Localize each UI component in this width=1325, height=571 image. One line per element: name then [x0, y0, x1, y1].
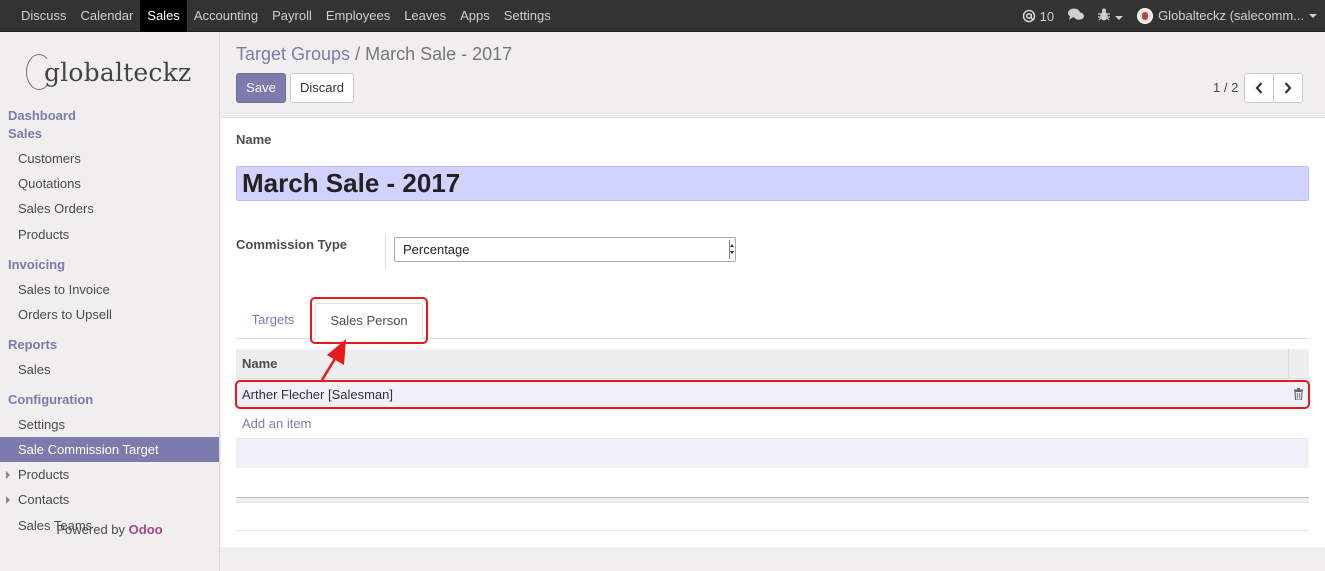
breadcrumb-separator: /: [355, 44, 361, 64]
sidebar-section-invoicing: Invoicing: [8, 257, 66, 272]
menu-leaves[interactable]: Leaves: [397, 0, 453, 32]
menu-accounting[interactable]: Accounting: [187, 0, 265, 32]
sidebar-item-reports-sales[interactable]: Sales: [0, 357, 219, 382]
commission-type-label: Commission Type: [236, 237, 348, 252]
chat-icon: [1068, 8, 1085, 20]
menu-discuss[interactable]: Discuss: [14, 0, 74, 32]
name-label: Name: [236, 132, 272, 147]
table-footer: [236, 497, 1309, 503]
mentions-button[interactable]: 10: [1022, 9, 1054, 24]
sidebar-section-configuration: Configuration: [8, 392, 94, 407]
bug-icon: [1098, 8, 1111, 21]
breadcrumb: Target Groups / March Sale - 2017: [236, 44, 512, 65]
at-icon: [1022, 9, 1035, 23]
sidebar-item-orders-to-upsell[interactable]: Orders to Upsell: [0, 302, 219, 327]
menu-apps[interactable]: Apps: [453, 0, 497, 32]
menu-calendar[interactable]: Calendar: [74, 0, 141, 32]
sidebar-section-reports: Reports: [8, 337, 58, 352]
menu-employees[interactable]: Employees: [319, 0, 397, 32]
systray: 10 Globalteckz (salecomm...: [1008, 0, 1317, 32]
table-end-divider: [236, 530, 1309, 531]
commission-type-value: Percentage: [403, 242, 470, 257]
chevron-down-icon: [1309, 14, 1317, 19]
discard-button[interactable]: Discard: [290, 73, 354, 103]
pager-next-button[interactable]: [1273, 73, 1303, 103]
sidebar-item-settings[interactable]: Settings: [0, 412, 219, 437]
breadcrumb-parent[interactable]: Target Groups: [236, 44, 350, 64]
menu-payroll[interactable]: Payroll: [265, 0, 319, 32]
menu-settings[interactable]: Settings: [497, 0, 558, 32]
pager-value: 1 / 2: [1213, 80, 1239, 95]
breadcrumb-current: March Sale - 2017: [365, 44, 513, 64]
column-header-name[interactable]: Name: [242, 356, 277, 371]
main-menu: Discuss Calendar Sales Accounting Payrol…: [14, 0, 558, 32]
menu-sales[interactable]: Sales: [140, 0, 187, 32]
powered-by-label: Powered by: [56, 522, 126, 537]
odoo-link[interactable]: Odoo: [129, 522, 163, 537]
sidebar-item-label: Products: [18, 467, 70, 482]
sidebar-item-customers[interactable]: Customers: [0, 146, 219, 171]
name-field[interactable]: March Sale - 2017: [236, 166, 1309, 201]
chat-button[interactable]: [1068, 8, 1085, 24]
sidebar-item-quotations[interactable]: Quotations: [0, 171, 219, 196]
sidebar-item-sale-commission-target[interactable]: Sale Commission Target: [0, 437, 219, 462]
mentions-count: 10: [1039, 8, 1055, 24]
tab-targets[interactable]: Targets: [240, 303, 306, 338]
chevron-right-icon: [1284, 82, 1292, 94]
company-logo[interactable]: globalteckz: [26, 52, 191, 92]
sidebar-item-products[interactable]: Products: [0, 222, 219, 247]
user-name: Globalteckz (salecomm...: [1158, 7, 1304, 23]
sidebar-section-sales: Sales: [8, 126, 42, 141]
commission-type-select[interactable]: Percentage: [394, 237, 736, 262]
caret-right-icon: [6, 471, 10, 479]
sidebar-item-label: Contacts: [18, 492, 70, 507]
column-divider: [1288, 349, 1289, 379]
user-menu[interactable]: Globalteckz (salecomm...: [1137, 8, 1317, 25]
sidebar-item-sales-to-invoice[interactable]: Sales to Invoice: [0, 277, 219, 302]
sidebar-item-contacts[interactable]: Contacts: [0, 487, 219, 512]
table-empty-row: [236, 438, 1309, 468]
table-header: Name: [236, 349, 1309, 379]
debug-menu-button[interactable]: [1098, 8, 1124, 24]
save-button[interactable]: Save: [236, 73, 286, 103]
caret-right-icon: [6, 496, 10, 504]
sidebar-item-config-products[interactable]: Products: [0, 462, 219, 487]
chevron-left-icon: [1255, 82, 1263, 94]
select-arrows-icon: [729, 240, 734, 259]
highlight-box-row: [235, 380, 1310, 409]
add-item-link[interactable]: Add an item: [242, 416, 311, 431]
highlight-box-tab: [310, 297, 428, 344]
field-divider: [385, 234, 386, 269]
top-navbar: Discuss Calendar Sales Accounting Payrol…: [0, 0, 1325, 32]
avatar: [1137, 8, 1154, 25]
pager-previous-button[interactable]: [1244, 73, 1274, 103]
sidebar-section-dashboard[interactable]: Dashboard: [8, 108, 76, 123]
logo-text: globalteckz: [44, 57, 192, 87]
sidebar-item-sales-orders[interactable]: Sales Orders: [0, 196, 219, 221]
powered-by: Powered by Odoo: [0, 522, 219, 537]
chevron-down-icon: [1115, 15, 1124, 20]
